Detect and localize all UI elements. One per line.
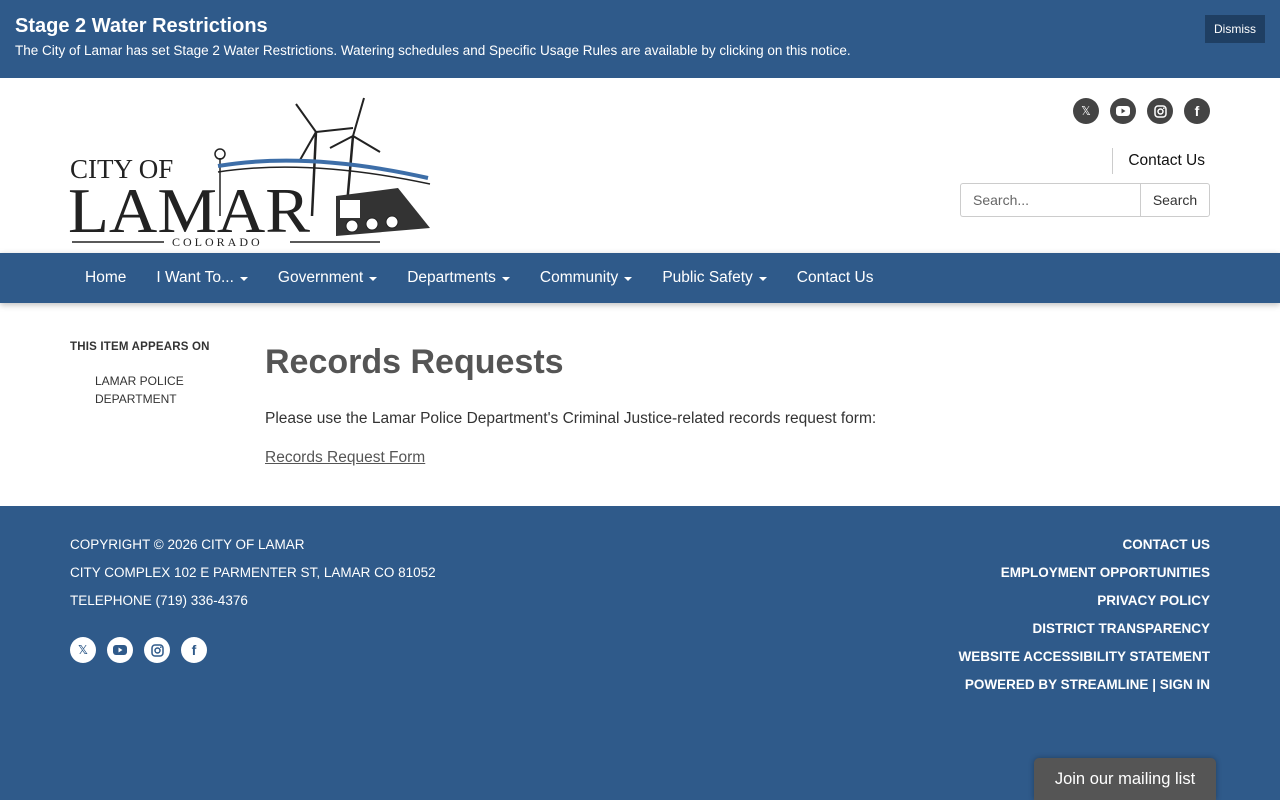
nav-public-safety[interactable]: Public Safety [647, 253, 781, 303]
footer-link-contact-us[interactable]: CONTACT US [958, 536, 1211, 564]
nav-label: Departments [407, 269, 496, 286]
records-request-form-link[interactable]: Records Request Form [265, 449, 425, 467]
nav-label: I Want To... [156, 269, 234, 286]
x-icon[interactable]: 𝕏 [70, 637, 96, 663]
footer-separator: | [1152, 677, 1156, 692]
nav-government[interactable]: Government [263, 253, 392, 303]
site-footer: COPYRIGHT © 2026 CITY OF LAMAR CITY COMP… [0, 506, 1280, 800]
main-nav: Home I Want To... Government Departments… [0, 253, 1280, 303]
caret-down-icon [501, 277, 510, 281]
facebook-icon[interactable]: f [181, 637, 207, 663]
nav-label: Home [85, 269, 127, 286]
nav-label: Public Safety [662, 269, 753, 286]
logo-line3: COLORADO [172, 235, 263, 249]
search-button[interactable]: Search [1140, 183, 1210, 217]
nav-community[interactable]: Community [525, 253, 647, 303]
city-logo[interactable]: CITY OF LAMAR COLORADO [68, 96, 440, 252]
nav-label: Contact Us [796, 269, 874, 286]
site-header: CITY OF LAMAR COLORADO 𝕏 f Contact Us Se… [0, 78, 1280, 253]
alert-banner[interactable]: Stage 2 Water Restrictions The City of L… [0, 0, 1280, 78]
header-social-links: 𝕏 f [1073, 98, 1210, 124]
footer-link-sign-in[interactable]: SIGN IN [1160, 677, 1210, 692]
caret-down-icon [369, 277, 378, 281]
sidebar-title: THIS ITEM APPEARS ON [70, 341, 210, 353]
footer-link-privacy-policy[interactable]: PRIVACY POLICY [958, 592, 1210, 620]
nav-i-want-to[interactable]: I Want To... [141, 253, 263, 303]
instagram-icon[interactable] [144, 637, 170, 663]
search-input[interactable] [960, 183, 1140, 217]
footer-social-links: 𝕏 f [70, 637, 207, 663]
search-bar: Search [960, 183, 1210, 217]
footer-links: CONTACT US EMPLOYMENT OPPORTUNITIES PRIV… [958, 536, 1210, 704]
footer-powered-row: POWERED BY STREAMLINE | SIGN IN [958, 676, 1210, 704]
dismiss-button[interactable]: Dismiss [1205, 15, 1265, 43]
sidebar-link-police-department[interactable]: LAMAR POLICE DEPARTMENT [95, 372, 215, 408]
footer-link-employment[interactable]: EMPLOYMENT OPPORTUNITIES [958, 564, 1210, 592]
footer-telephone: TELEPHONE (719) 336-4376 [70, 593, 248, 608]
footer-link-powered-by[interactable]: POWERED BY STREAMLINE [965, 677, 1149, 692]
instagram-icon[interactable] [1147, 98, 1173, 124]
alert-title[interactable]: Stage 2 Water Restrictions [15, 13, 1265, 39]
nav-label: Government [277, 269, 364, 286]
page-title: Records Requests [265, 343, 564, 381]
nav-home[interactable]: Home [70, 253, 141, 303]
youtube-icon[interactable] [1110, 98, 1136, 124]
caret-down-icon [624, 277, 633, 281]
nav-departments[interactable]: Departments [392, 253, 525, 303]
footer-copyright: COPYRIGHT © 2026 CITY OF LAMAR [70, 537, 305, 552]
footer-link-district-transparency[interactable]: DISTRICT TRANSPARENCY [958, 620, 1210, 648]
facebook-icon[interactable]: f [1184, 98, 1210, 124]
footer-address: CITY COMPLEX 102 E PARMENTER ST, LAMAR C… [70, 565, 436, 580]
footer-link-accessibility[interactable]: WEBSITE ACCESSIBILITY STATEMENT [958, 648, 1210, 676]
caret-down-icon [758, 277, 767, 281]
body-text: Please use the Lamar Police Department's… [265, 410, 877, 427]
nav-label: Community [539, 269, 619, 286]
x-icon[interactable]: 𝕏 [1073, 98, 1099, 124]
header-contact-link[interactable]: Contact Us [1112, 148, 1205, 174]
caret-down-icon [239, 277, 248, 281]
youtube-icon[interactable] [107, 637, 133, 663]
nav-contact-us[interactable]: Contact Us [782, 253, 889, 303]
alert-text[interactable]: The City of Lamar has set Stage 2 Water … [15, 41, 1265, 61]
mailing-list-button[interactable]: Join our mailing list [1034, 758, 1216, 800]
